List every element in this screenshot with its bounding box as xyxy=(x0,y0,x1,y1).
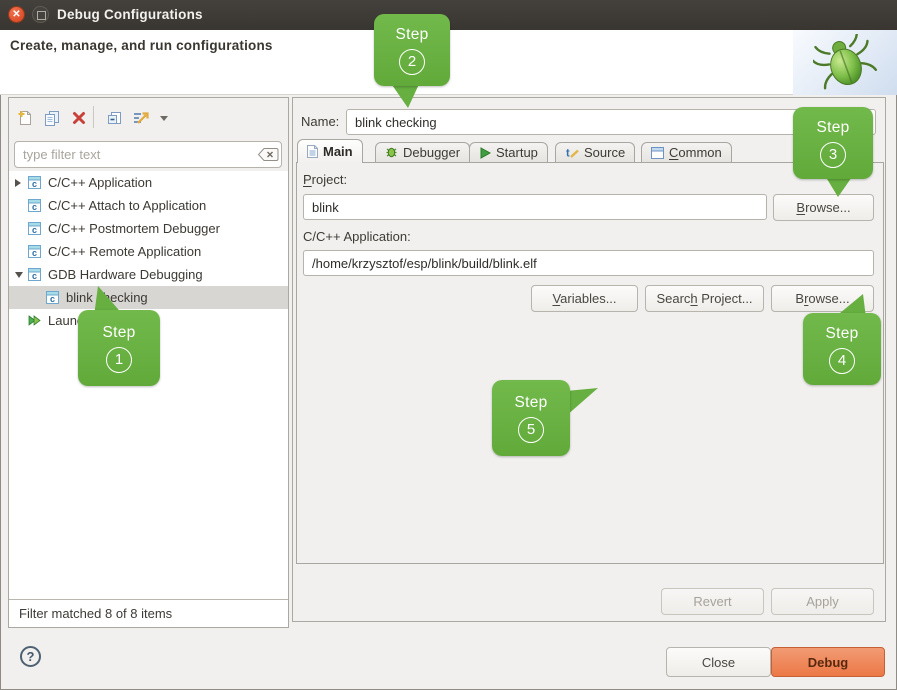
search-project-button[interactable]: Search Project... xyxy=(645,285,764,312)
cpp-application-label: C/C++ Application: xyxy=(303,229,411,244)
c-application-icon: c xyxy=(27,198,42,213)
c-application-icon: c xyxy=(27,175,42,190)
new-configuration-icon xyxy=(16,109,34,127)
revert-button[interactable]: Revert xyxy=(661,588,764,615)
collapse-all-button[interactable] xyxy=(105,108,125,128)
variables-button[interactable]: Variables... xyxy=(531,285,638,312)
clear-filter-button[interactable] xyxy=(257,147,279,162)
svg-text:c: c xyxy=(32,225,37,235)
tab-label: Startup xyxy=(496,145,538,160)
expander-expanded-icon[interactable] xyxy=(15,272,27,278)
header-title: Create, manage, and run configurations xyxy=(10,38,273,53)
browse-application-button[interactable]: Browse... xyxy=(771,285,874,312)
filter-configurations-button[interactable] xyxy=(131,108,151,128)
tree-item-label: C/C++ Postmortem Debugger xyxy=(48,221,220,236)
tree-item-blink-checking[interactable]: c blink checking xyxy=(9,286,288,309)
tree-item-label: C/C++ Application xyxy=(48,175,152,190)
filter-input[interactable] xyxy=(14,141,282,168)
tree-item-label: C/C++ Remote Application xyxy=(48,244,201,259)
tab-common[interactable]: Common xyxy=(641,142,732,162)
help-button[interactable]: ? xyxy=(20,646,41,667)
tab-startup[interactable]: Startup xyxy=(469,142,548,162)
filter-icon xyxy=(131,109,151,127)
step-number-badge: 2 xyxy=(399,49,425,75)
clear-filter-icon xyxy=(257,147,279,162)
tree-item-label: GDB Hardware Debugging xyxy=(48,267,203,282)
tab-label: Source xyxy=(584,145,625,160)
duplicate-icon xyxy=(43,109,61,127)
step-5-callout: Step 5 xyxy=(492,380,570,456)
document-icon xyxy=(307,145,318,158)
main-tab-content xyxy=(296,162,884,564)
tab-debugger[interactable]: Debugger xyxy=(375,142,470,162)
bug-icon xyxy=(813,34,877,92)
duplicate-configuration-button[interactable] xyxy=(42,108,62,128)
tab-label: Main xyxy=(323,144,353,159)
c-application-icon: c xyxy=(27,244,42,259)
debug-banner xyxy=(793,30,897,95)
step-2-callout: Step 2 xyxy=(374,14,450,86)
svg-text:c: c xyxy=(50,294,55,304)
step-4-callout: Step 4 xyxy=(803,313,881,385)
step-number-badge: 1 xyxy=(106,347,132,373)
browse-project-button[interactable]: Browse... xyxy=(773,194,874,221)
apply-button[interactable]: Apply xyxy=(771,588,874,615)
step-1-callout: Step 1 xyxy=(78,310,160,386)
svg-text:c: c xyxy=(32,271,37,281)
tab-label: Common xyxy=(669,145,722,160)
tab-label: Debugger xyxy=(403,145,460,160)
expander-collapsed-icon[interactable] xyxy=(15,179,27,187)
step-number-badge: 3 xyxy=(820,142,846,168)
c-application-icon: c xyxy=(27,221,42,236)
step-number-badge: 4 xyxy=(829,348,855,374)
tree-item-cpp-postmortem[interactable]: c C/C++ Postmortem Debugger xyxy=(9,217,288,240)
tree-item-cpp-remote[interactable]: c C/C++ Remote Application xyxy=(9,240,288,263)
close-button[interactable]: Close xyxy=(666,647,771,677)
tree-item-label: C/C++ Attach to Application xyxy=(48,198,206,213)
svg-text:c: c xyxy=(32,179,37,189)
toolbar-separator xyxy=(93,106,94,128)
step-number-badge: 5 xyxy=(518,417,544,443)
svg-text:c: c xyxy=(32,248,37,258)
debug-configurations-dialog: ✕ Debug Configurations Create, manage, a… xyxy=(0,0,897,690)
source-icon: t xyxy=(565,146,579,159)
window-maximize-button[interactable] xyxy=(32,6,49,23)
cpp-application-input[interactable] xyxy=(303,250,874,276)
tab-main[interactable]: Main xyxy=(297,139,363,163)
project-label: Project: xyxy=(303,172,347,187)
delete-configuration-button[interactable] xyxy=(69,108,89,128)
c-application-icon: c xyxy=(27,267,42,282)
project-input[interactable] xyxy=(303,194,767,220)
tree-item-cpp-attach[interactable]: c C/C++ Attach to Application xyxy=(9,194,288,217)
tree-item-cpp-application[interactable]: c C/C++ Application xyxy=(9,171,288,194)
tree-item-gdb-hardware[interactable]: c GDB Hardware Debugging xyxy=(9,263,288,286)
collapse-all-icon xyxy=(106,109,124,127)
window-icon xyxy=(651,147,664,159)
debug-button[interactable]: Debug xyxy=(771,647,885,677)
svg-text:t: t xyxy=(566,148,570,160)
toolbar-menu-button[interactable] xyxy=(157,108,171,128)
tab-source[interactable]: t Source xyxy=(555,142,635,162)
tree-item-label: blink checking xyxy=(66,290,148,305)
play-icon xyxy=(479,147,491,159)
svg-text:c: c xyxy=(32,202,37,212)
launch-group-icon xyxy=(27,313,42,328)
window-title: Debug Configurations xyxy=(57,0,203,30)
menu-dropdown-icon xyxy=(159,114,169,122)
delete-icon xyxy=(70,109,88,127)
window-close-button[interactable]: ✕ xyxy=(8,6,25,23)
debugger-bug-icon xyxy=(385,146,398,159)
filter-status-text: Filter matched 8 of 8 items xyxy=(9,599,288,627)
name-label: Name: xyxy=(301,114,339,129)
c-application-icon: c xyxy=(45,290,60,305)
new-configuration-button[interactable] xyxy=(15,108,35,128)
step-3-callout: Step 3 xyxy=(793,107,873,179)
